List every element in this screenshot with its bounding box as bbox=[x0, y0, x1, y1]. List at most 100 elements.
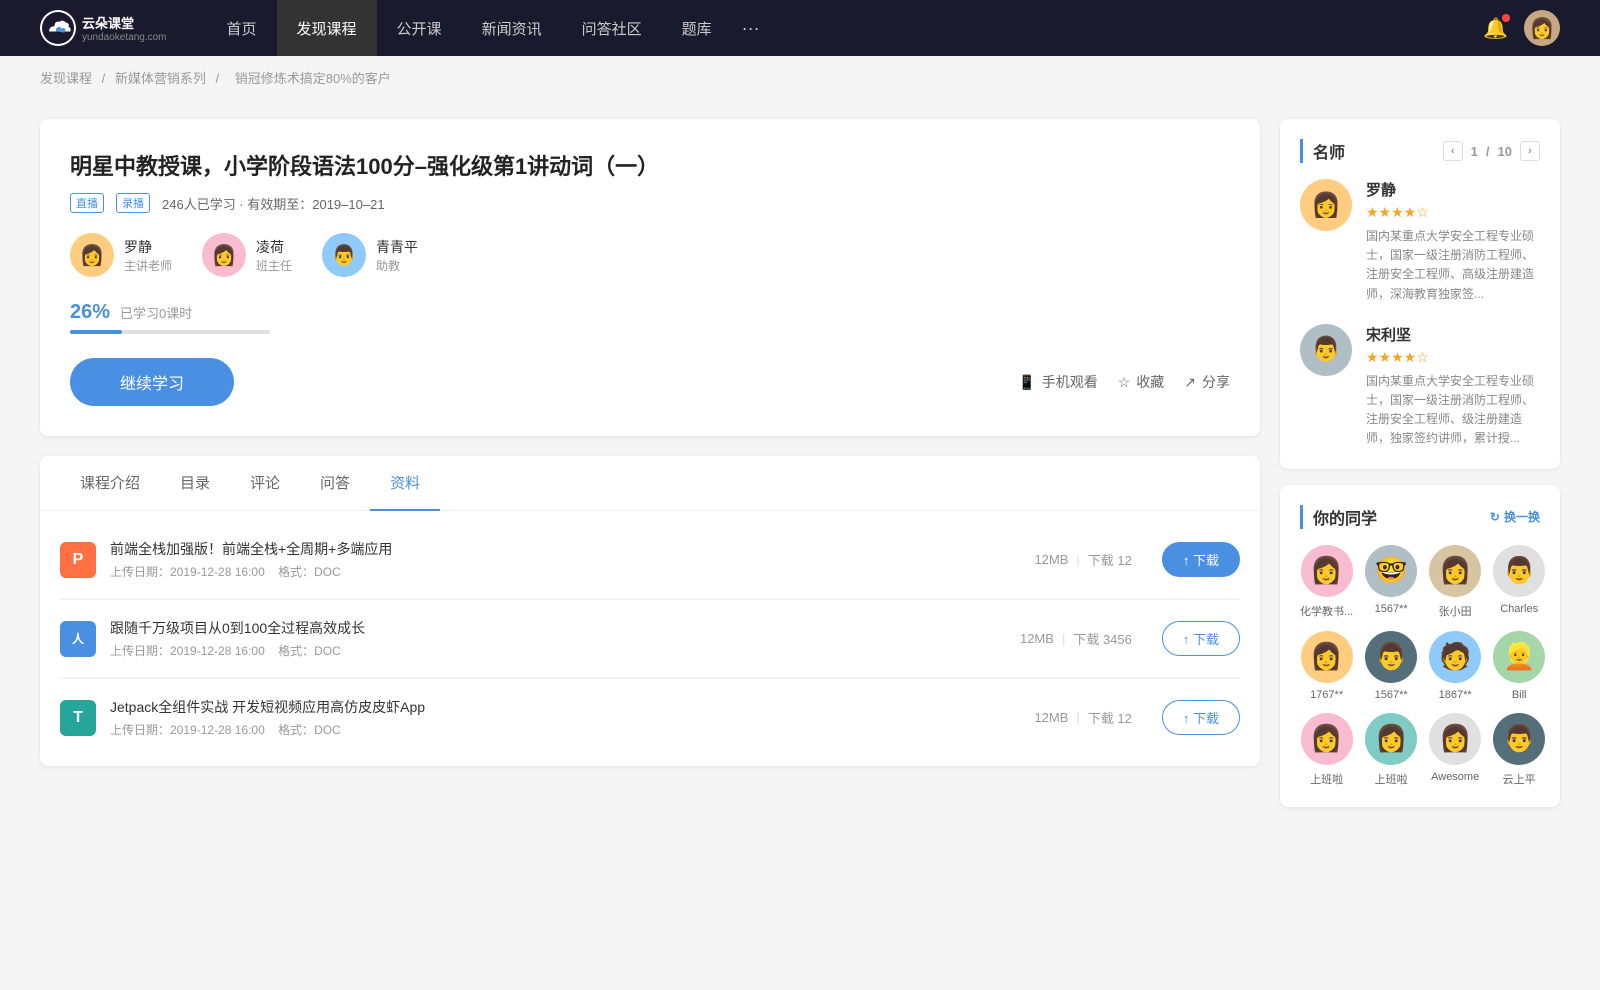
refresh-button[interactable]: ↻ 换一换 bbox=[1490, 508, 1540, 525]
resource-size-2: 12MB bbox=[1034, 710, 1068, 725]
left-content: 明星中教授课，小学阶段语法100分–强化级第1讲动词（一） 直播 录播 246人… bbox=[40, 119, 1260, 823]
teacher-info-0: 罗静 主讲老师 bbox=[124, 237, 172, 274]
sep-2: | bbox=[1076, 710, 1079, 725]
classmate-11[interactable]: 👨 云上平 bbox=[1493, 713, 1545, 787]
continue-button[interactable]: 继续学习 bbox=[70, 358, 234, 406]
classmate-avatar-0: 👩 bbox=[1301, 545, 1353, 597]
tab-review[interactable]: 评论 bbox=[230, 456, 300, 511]
nav-discover[interactable]: 发现课程 bbox=[277, 0, 377, 56]
classmate-name-2: 张小田 bbox=[1429, 603, 1481, 619]
prev-page-button[interactable]: ‹ bbox=[1443, 141, 1463, 161]
teacher-role-1: 班主任 bbox=[256, 257, 292, 274]
share-button[interactable]: ↗ 分享 bbox=[1184, 372, 1230, 392]
sidebar-teacher-info-0: 罗静 ★★★★☆ 国内某重点大学安全工程专业硕士，国家一级注册消防工程师、注册安… bbox=[1366, 179, 1540, 304]
logo-sub: yundaoketang.com bbox=[82, 32, 167, 43]
resource-stats-1: 12MB | 下载 3456 bbox=[1020, 629, 1132, 648]
teacher-name-1: 凌荷 bbox=[256, 237, 292, 257]
classmate-name-11: 云上平 bbox=[1493, 771, 1545, 787]
classmate-avatar-3: 👨 bbox=[1493, 545, 1545, 597]
user-avatar[interactable]: 👩 bbox=[1524, 10, 1560, 46]
teachers-title-text: 名师 bbox=[1313, 139, 1345, 163]
resource-name-0: 前端全栈加强版！前端全栈+全周期+多端应用 bbox=[110, 539, 1004, 559]
classmate-avatar-2: 👩 bbox=[1429, 545, 1481, 597]
teacher-info-1: 凌荷 班主任 bbox=[256, 237, 292, 274]
star-icon: ☆ bbox=[1118, 374, 1131, 391]
teacher-0: 👩 罗静 主讲老师 bbox=[70, 233, 172, 277]
sep-1: | bbox=[1062, 631, 1065, 646]
sidebar-teacher-desc-1: 国内某重点大学安全工程专业硕士，国家一级注册消防工程师、注册安全工程师、级注册建… bbox=[1366, 372, 1540, 449]
notification-dot bbox=[1502, 14, 1510, 22]
tab-catalog[interactable]: 目录 bbox=[160, 456, 230, 511]
resource-size-0: 12MB bbox=[1034, 552, 1068, 567]
breadcrumb-discover[interactable]: 发现课程 bbox=[40, 71, 92, 86]
classmate-avatar-6: 🧑 bbox=[1429, 631, 1481, 683]
refresh-icon: ↻ bbox=[1490, 510, 1500, 524]
classmate-6[interactable]: 🧑 1867** bbox=[1429, 631, 1481, 701]
classmate-10[interactable]: 👩 Awesome bbox=[1429, 713, 1481, 787]
progress-percent: 26% bbox=[70, 301, 110, 324]
classmate-7[interactable]: 👱 Bill bbox=[1493, 631, 1545, 701]
resource-icon-0: P bbox=[60, 542, 96, 578]
progress-bar-fill bbox=[70, 330, 122, 334]
classmate-name-9: 上班啦 bbox=[1365, 771, 1417, 787]
sidebar-teacher-1: 👨 宋利坚 ★★★★☆ 国内某重点大学安全工程专业硕士，国家一级注册消防工程师、… bbox=[1300, 324, 1540, 449]
classmate-name-0: 化学教书... bbox=[1300, 603, 1353, 619]
tab-qa[interactable]: 问答 bbox=[300, 456, 370, 511]
download-button-2[interactable]: ↑ 下载 bbox=[1162, 700, 1240, 735]
logo[interactable]: 云朵课堂 yundaoketang.com bbox=[40, 10, 167, 46]
teacher-role-0: 主讲老师 bbox=[124, 257, 172, 274]
bell-icon[interactable]: 🔔 bbox=[1483, 16, 1508, 41]
breadcrumb-series[interactable]: 新媒体营销系列 bbox=[115, 71, 206, 86]
classmates-grid: 👩 化学教书... 🤓 1567** 👩 张小田 👨 Charles bbox=[1300, 545, 1540, 787]
classmate-9[interactable]: 👩 上班啦 bbox=[1365, 713, 1417, 787]
tab-intro[interactable]: 课程介绍 bbox=[60, 456, 160, 511]
classmate-avatar-1: 🤓 bbox=[1365, 545, 1417, 597]
resource-meta-0: 上传日期：2019-12-28 16:00 格式：DOC bbox=[110, 563, 1004, 580]
classmate-3[interactable]: 👨 Charles bbox=[1493, 545, 1545, 619]
page-current: 1 bbox=[1471, 144, 1478, 159]
download-button-1[interactable]: ↑ 下载 bbox=[1162, 621, 1240, 656]
nav-qa[interactable]: 问答社区 bbox=[562, 0, 662, 56]
download-button-0[interactable]: ↑ 下载 bbox=[1162, 542, 1240, 577]
resource-meta-1: 上传日期：2019-12-28 16:00 格式：DOC bbox=[110, 642, 990, 659]
nav-public[interactable]: 公开课 bbox=[377, 0, 462, 56]
nav-news[interactable]: 新闻资讯 bbox=[462, 0, 562, 56]
action-buttons: 📱 手机观看 ☆ 收藏 ↗ 分享 bbox=[1018, 372, 1230, 392]
page-total: 10 bbox=[1498, 144, 1512, 159]
classmate-5[interactable]: 👨 1567** bbox=[1365, 631, 1417, 701]
classmates-card: 你的同学 ↻ 换一换 👩 化学教书... 🤓 1567** bbox=[1280, 485, 1560, 807]
resource-info-0: 前端全栈加强版！前端全栈+全周期+多端应用 上传日期：2019-12-28 16… bbox=[110, 539, 1004, 580]
tab-resource[interactable]: 资料 bbox=[370, 456, 440, 511]
header: 云朵课堂 yundaoketang.com 首页 发现课程 公开课 新闻资讯 问… bbox=[0, 0, 1600, 56]
classmates-title-text: 你的同学 bbox=[1313, 505, 1377, 529]
teacher-name-0: 罗静 bbox=[124, 237, 172, 257]
classmate-name-10: Awesome bbox=[1429, 771, 1481, 783]
mobile-watch-button[interactable]: 📱 手机观看 bbox=[1018, 372, 1097, 392]
main-content: 明星中教授课，小学阶段语法100分–强化级第1讲动词（一） 直播 录播 246人… bbox=[0, 99, 1600, 843]
classmate-8[interactable]: 👩 上班啦 bbox=[1300, 713, 1353, 787]
classmate-avatar-11: 👨 bbox=[1493, 713, 1545, 765]
collect-button[interactable]: ☆ 收藏 bbox=[1118, 372, 1165, 392]
resource-icon-2: T bbox=[60, 700, 96, 736]
nav-more[interactable]: ··· bbox=[732, 0, 770, 56]
logo-icon bbox=[40, 10, 76, 46]
progress-studied: 已学习0课时 bbox=[120, 303, 192, 322]
resource-item-0: P 前端全栈加强版！前端全栈+全周期+多端应用 上传日期：2019-12-28 … bbox=[60, 521, 1240, 599]
sidebar-teacher-info-1: 宋利坚 ★★★★☆ 国内某重点大学安全工程专业硕士，国家一级注册消防工程师、注册… bbox=[1366, 324, 1540, 449]
nav-quiz[interactable]: 题库 bbox=[662, 0, 732, 56]
course-meta: 直播 录播 246人已学习 · 有效期至：2019–10–21 bbox=[70, 193, 1230, 213]
progress-bar-bg bbox=[70, 330, 270, 334]
share-icon: ↗ bbox=[1184, 374, 1196, 391]
next-page-button[interactable]: › bbox=[1520, 141, 1540, 161]
main-nav: 首页 发现课程 公开课 新闻资讯 问答社区 题库 ··· bbox=[207, 0, 770, 56]
course-meta-text: 246人已学习 · 有效期至：2019–10–21 bbox=[162, 194, 385, 213]
classmate-avatar-8: 👩 bbox=[1301, 713, 1353, 765]
teacher-avatar-1: 👩 bbox=[202, 233, 246, 277]
breadcrumb-current: 销冠修炼术搞定80%的客户 bbox=[235, 71, 391, 86]
classmate-2[interactable]: 👩 张小田 bbox=[1429, 545, 1481, 619]
nav-home[interactable]: 首页 bbox=[207, 0, 277, 56]
classmate-4[interactable]: 👩 1767** bbox=[1300, 631, 1353, 701]
classmate-0[interactable]: 👩 化学教书... bbox=[1300, 545, 1353, 619]
classmate-1[interactable]: 🤓 1567** bbox=[1365, 545, 1417, 619]
resource-downloads-1: 下载 3456 bbox=[1073, 629, 1132, 648]
